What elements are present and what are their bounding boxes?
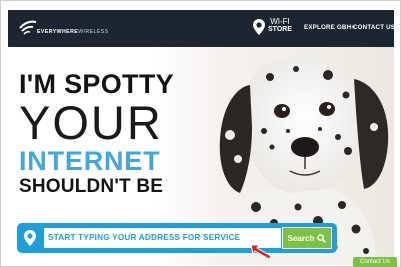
brand-name-line1: EVERYWHERE: [37, 29, 79, 35]
search-button-label: Search: [287, 233, 315, 243]
location-pin-icon: [253, 19, 265, 35]
search-icon: [317, 233, 327, 243]
address-search-bar: START TYPING YOUR ADDRESS FOR SERVICE Se…: [17, 223, 337, 253]
wifi-store-line1: WI-FI: [270, 17, 290, 26]
headline-line4: SHOULDN'T BE: [19, 176, 164, 197]
cursor-arrow-icon: [250, 244, 272, 260]
search-button[interactable]: Search: [282, 227, 332, 249]
headline-line2: YOUR: [19, 96, 163, 149]
wifi-store-line2: STORE: [268, 26, 292, 33]
nav-contact[interactable]: CONTACT US: [353, 24, 395, 31]
wifi-store-link[interactable]: WI-FI STORE: [252, 16, 296, 42]
headline-line3: INTERNET: [19, 146, 161, 176]
contact-us-tab[interactable]: Contact Us: [353, 257, 397, 267]
top-header: EVERYWHEREWIRELESS WI-FI STORE EXPLORE G…: [8, 10, 395, 47]
location-pin-icon: [24, 230, 36, 246]
brand-logo[interactable]: EVERYWHEREWIRELESS: [17, 16, 127, 42]
brand-name-line2: WIRELESS: [78, 29, 109, 35]
hero-section: I'M SPOTTY YOUR INTERNET SHOULDN'T BE ST…: [8, 47, 394, 265]
wifi-store-label: WI-FI STORE: [268, 18, 292, 34]
nav-explore[interactable]: EXPLORE GBH+: [304, 24, 355, 31]
page-frame: EVERYWHEREWIRELESS WI-FI STORE EXPLORE G…: [0, 0, 401, 267]
address-search-placeholder: START TYPING YOUR ADDRESS FOR SERVICE: [48, 233, 241, 242]
brand-name: EVERYWHEREWIRELESS: [37, 29, 109, 36]
